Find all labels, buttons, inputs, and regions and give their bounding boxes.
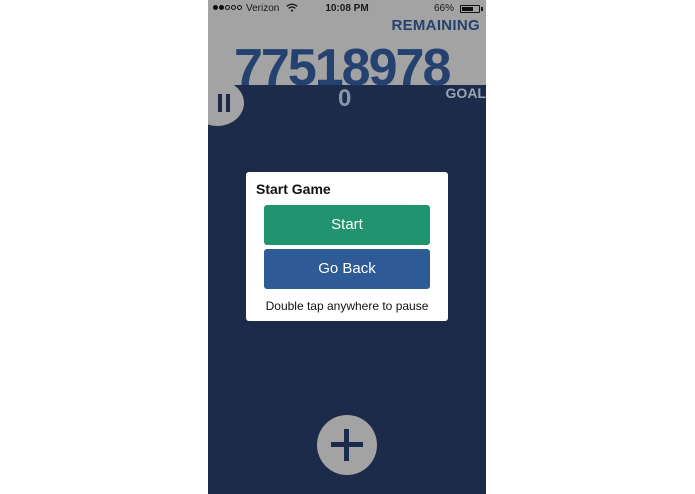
game-screen[interactable]: Verizon 10:08 PM 66% REMAINING 77518978 … — [208, 0, 486, 494]
battery-icon — [460, 5, 480, 13]
score-value: 0 — [338, 85, 352, 112]
goal-label: GOAL — [445, 85, 486, 101]
dialog-title: Start Game — [256, 181, 331, 197]
pause-hint: Double tap anywhere to pause — [265, 299, 429, 313]
go-back-button[interactable]: Go Back — [264, 249, 430, 289]
remaining-label: REMAINING — [391, 17, 480, 34]
start-game-dialog: Start Game Start Go Back Double tap anyw… — [246, 172, 448, 321]
plus-icon — [331, 429, 363, 461]
battery-percent: 66% — [434, 3, 455, 14]
battery-level — [462, 7, 473, 11]
pause-icon — [218, 94, 232, 112]
start-button[interactable]: Start — [264, 205, 430, 245]
add-button[interactable] — [317, 415, 377, 475]
battery-tip — [481, 7, 483, 11]
status-bar: Verizon 10:08 PM 66% — [208, 0, 486, 18]
